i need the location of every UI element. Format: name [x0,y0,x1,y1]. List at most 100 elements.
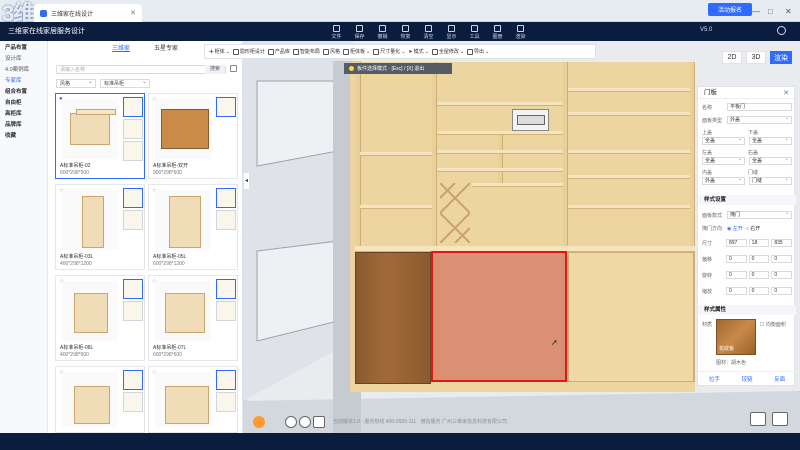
open-right-radio[interactable]: ○ 右开 [746,225,760,232]
category-select[interactable]: 标准吊柜 [100,78,150,88]
name-field[interactable]: 平板门 [727,103,792,111]
style-select[interactable]: 风格 [56,78,96,88]
top-cover-select[interactable]: 全盖 [702,136,745,145]
left-cover-select[interactable]: 全盖 [702,156,745,165]
search-button[interactable]: 搜索 [205,65,225,74]
balance-area-checkbox[interactable]: ☐ 均衡面积 [760,321,786,328]
rotate-icon[interactable] [299,415,311,428]
tool-style[interactable]: 风格 [322,48,340,55]
door-type-select[interactable]: 掩门 [727,210,792,219]
variant-thumb[interactable] [216,97,236,117]
variant-thumb[interactable] [216,301,236,321]
shelf[interactable] [568,150,690,154]
variant-thumb[interactable] [123,370,143,390]
close-icon[interactable]: ✕ [783,89,789,97]
collapse-panel-icon[interactable]: ◂ [243,172,250,190]
tool-smart-layout[interactable]: 智能布局 [292,48,320,55]
fit-icon[interactable] [313,415,325,428]
depth-field[interactable]: 18 [748,239,770,247]
scale-y-field[interactable]: 0 [748,287,770,295]
variant-thumb[interactable] [216,188,236,208]
variant-thumb[interactable] [216,392,236,412]
tool-cabinet[interactable]: + 柜体 ⌄ [209,47,230,56]
rotate-y-field[interactable]: 0 [748,271,770,279]
nav-product-layout[interactable]: 产品布置 [0,41,47,52]
bottom-cover-select[interactable]: 全盖 [749,136,792,145]
wine-rack[interactable] [440,183,470,243]
shelf[interactable] [568,88,690,92]
rotate-x-field[interactable]: 0 [726,271,747,279]
product-card[interactable]: ☆ A标准吊柜-07L 600*298*600 [148,275,238,361]
render-button[interactable]: 渲染 [770,51,792,64]
door-panel-walnut[interactable] [355,252,431,384]
shelf[interactable] [472,183,563,187]
scale-x-field[interactable]: 0 [726,287,747,295]
close-tab-icon[interactable]: ✕ [130,9,136,17]
shelf[interactable] [360,205,432,209]
shelf[interactable] [568,175,690,179]
close-window-icon[interactable]: ✕ [785,7,792,16]
nav-design-lib[interactable]: 设计库 [0,52,47,63]
tool-product-lib[interactable]: 产品库 [267,48,290,55]
shelf[interactable] [437,131,563,135]
nav-tall-cabinet[interactable]: 高柜库 [0,107,47,118]
product-card[interactable]: ☆ A标准吊柜-双开 900*298*600 [148,93,238,179]
height-field[interactable]: 835 [771,239,793,247]
menu-undo[interactable]: 撤销 [371,23,394,40]
offset-y-field[interactable]: 0 [748,255,770,263]
electrical-panel[interactable] [512,109,549,131]
material-swatch[interactable]: 花纹板 [716,319,756,355]
shelf[interactable] [568,112,690,116]
shelf[interactable] [437,102,563,106]
filter-icon[interactable] [230,65,237,72]
variant-thumb[interactable] [123,279,143,299]
view-3d-button[interactable]: 3D [746,51,766,64]
inner-cover-select[interactable]: 外盖 [702,176,745,185]
tab-five-star[interactable]: 五星专家 [154,43,178,52]
offset-x-field[interactable]: 0 [726,255,747,263]
activity-signup-button[interactable]: 活动报名 [708,3,752,16]
tool-measure[interactable]: 尺寸量化 ⌄ [373,48,405,55]
product-card[interactable]: ☆ [55,366,145,433]
variant-thumb[interactable] [123,119,143,139]
variant-thumb[interactable] [123,301,143,321]
product-card[interactable]: ☆ A标准吊柜-08L 400*298*600 [55,275,145,361]
variant-thumb[interactable] [216,210,236,230]
menu-file[interactable]: 文件 [325,23,348,40]
style-section-header[interactable]: 样式设置 [698,195,796,205]
variant-thumb[interactable] [216,279,236,299]
menu-save[interactable]: 保存 [348,23,371,40]
variant-thumb[interactable] [123,188,143,208]
open-left-radio[interactable]: ◉ 左开 [727,225,743,232]
variant-thumb[interactable] [123,141,143,161]
variant-thumb[interactable] [123,392,143,412]
offset-z-field[interactable]: 0 [771,255,793,263]
browser-tab[interactable]: 三维家在线设计 ✕ [34,4,142,22]
product-card[interactable]: ☆ A标准吊柜-03L 400*298*1200 [55,184,145,270]
shelf[interactable] [437,150,563,154]
gear-icon[interactable] [777,26,786,35]
shelf[interactable] [360,152,432,156]
product-card[interactable]: ● A标准吊柜-02 600*298*500 [55,93,145,179]
shelf[interactable] [568,205,690,209]
menu-redo[interactable]: 恢复 [394,23,417,40]
zoom-icon[interactable] [285,415,297,428]
camera-icon[interactable] [772,412,788,426]
tab-3vjia[interactable]: 三维家 [111,43,130,52]
orange-toggle-icon[interactable] [253,415,265,428]
handle-button[interactable]: 拉手 [709,375,720,383]
scale-z-field[interactable]: 0 [771,287,793,295]
reverse-button[interactable]: 反面 [774,375,785,383]
hinge-button[interactable]: 铰链 [741,375,752,383]
panel-type-select[interactable]: 外盖 [727,115,792,124]
nav-free-cabinet[interactable]: 自由柜 [0,96,47,107]
tool-panel[interactable]: 柜体板 ⌄ [342,48,370,55]
menu-clear[interactable]: 清空 [417,23,440,40]
door-panel-selected[interactable] [431,251,567,382]
door-panel-maple[interactable] [568,252,694,382]
settings-icon[interactable] [750,412,766,426]
tool-mode[interactable]: ➤ 模式 ⌄ [408,48,428,56]
variant-thumb[interactable] [216,370,236,390]
menu-tools[interactable]: 工具 [463,23,486,40]
menu-album[interactable]: 图册 [486,23,509,40]
